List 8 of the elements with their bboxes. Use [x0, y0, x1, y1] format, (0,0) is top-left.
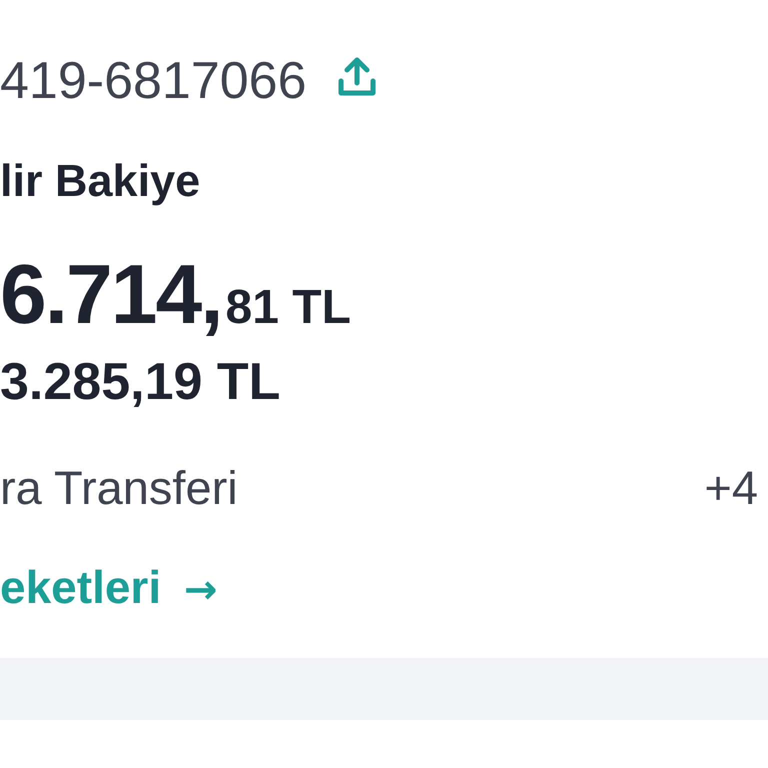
balance-label: lir Bakiye: [0, 155, 200, 207]
account-number: 419-6817066: [0, 51, 307, 111]
balance-amount: 6.714,: [0, 246, 222, 343]
secondary-amount: 3.285,19 TL: [0, 352, 280, 412]
balance-decimal: 81 TL: [226, 280, 351, 335]
transaction-description: ra Transferi: [0, 460, 238, 514]
transactions-link[interactable]: eketleri →: [0, 560, 218, 614]
transaction-amount: +4: [704, 460, 758, 514]
